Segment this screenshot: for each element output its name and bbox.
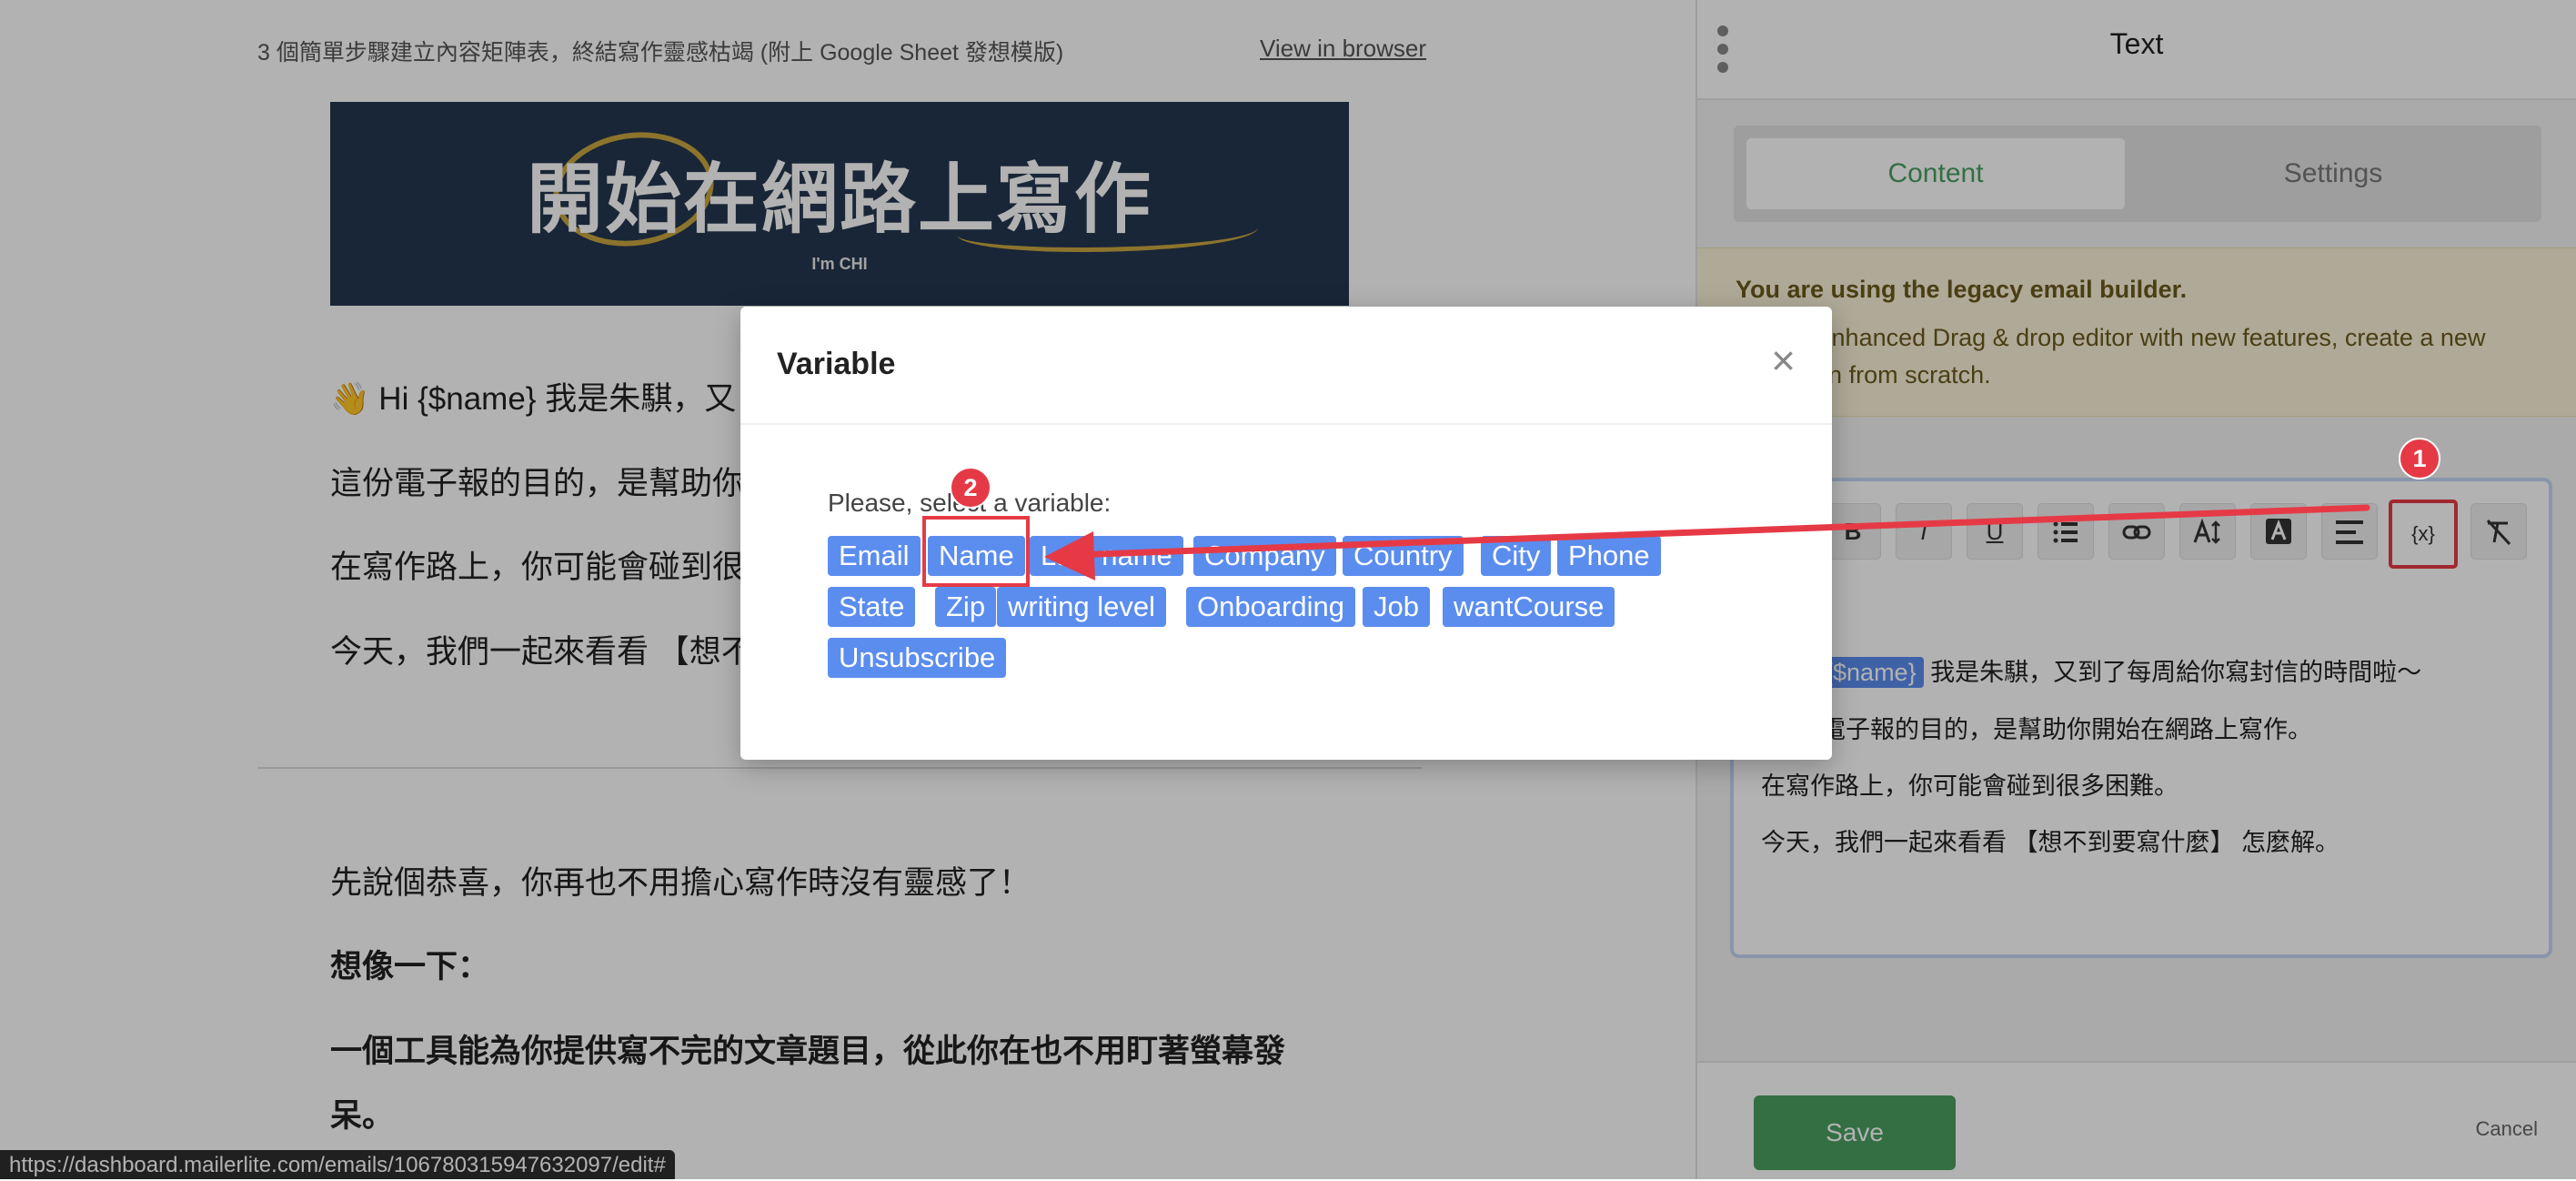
annotation-box-name-chip xyxy=(922,516,1030,587)
variable-chip-phone[interactable]: Phone xyxy=(1557,536,1661,576)
modal-title: Variable xyxy=(777,347,896,381)
variable-chip-city[interactable]: City xyxy=(1481,536,1552,576)
annotation-badge-1: 1 xyxy=(2399,438,2440,479)
modal-divider xyxy=(740,423,1832,425)
variable-chip-onboarding[interactable]: Onboarding xyxy=(1186,587,1356,627)
variable-chip-job[interactable]: Job xyxy=(1363,587,1430,627)
variable-chip-country[interactable]: Country xyxy=(1343,536,1464,576)
variable-chip-unsubscribe[interactable]: Unsubscribe xyxy=(828,638,1007,678)
variable-chip-email[interactable]: Email xyxy=(828,536,921,576)
variable-chip-company[interactable]: Company xyxy=(1193,536,1336,576)
variable-chip-zip[interactable]: Zip xyxy=(935,587,997,627)
variable-chip-state[interactable]: State xyxy=(828,587,916,627)
annotation-badge-2: 2 xyxy=(950,467,991,509)
variable-modal: Variable × Please, select a variable: Em… xyxy=(740,307,1832,760)
variable-chip-wantcourse[interactable]: wantCourse xyxy=(1443,587,1615,627)
variable-chip-last-name[interactable]: Last name xyxy=(1030,536,1183,576)
close-icon[interactable]: × xyxy=(1771,339,1796,381)
variable-chip-writing-level[interactable]: writing level xyxy=(997,587,1166,627)
